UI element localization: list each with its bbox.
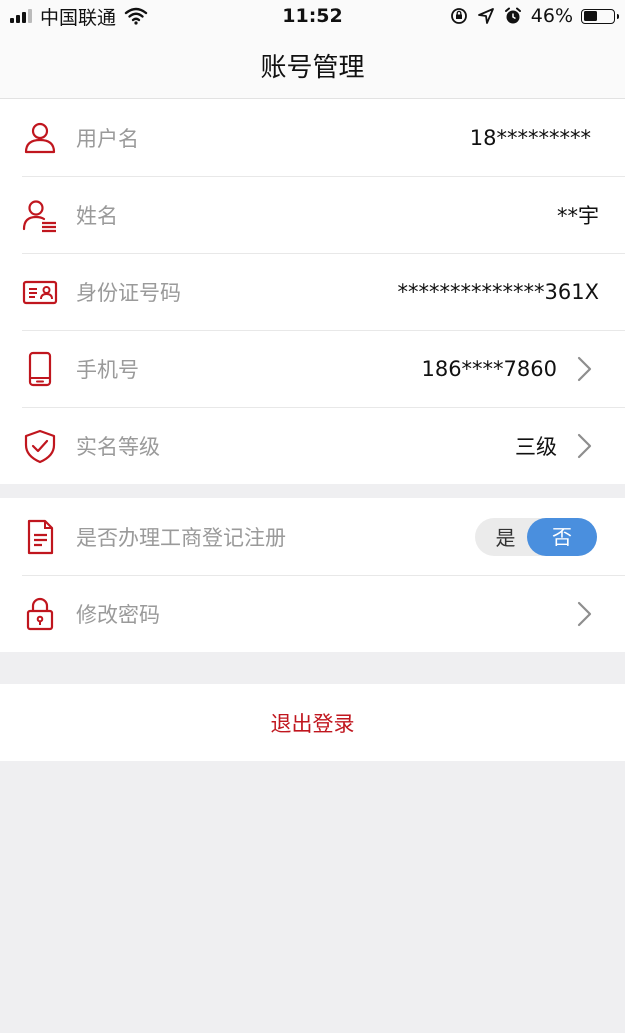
orientation-lock-icon xyxy=(450,8,467,24)
logout-button[interactable]: 退出登录 xyxy=(0,684,625,761)
name-value: **宇 xyxy=(557,203,599,228)
battery-level-fill xyxy=(583,11,597,21)
location-arrow-icon xyxy=(477,8,494,24)
registration-toggle[interactable]: 是 否 xyxy=(475,517,597,556)
logout-group: 退出登录 xyxy=(0,684,625,761)
row-business-registration: 是否办理工商登记注册 是 否 xyxy=(0,498,625,575)
status-left: 中国联通 xyxy=(0,3,148,30)
verification-level-label: 实名等级 xyxy=(76,434,160,459)
chevron-right-icon xyxy=(571,601,597,627)
cellular-signal-icon xyxy=(10,9,32,23)
business-registration-label: 是否办理工商登记注册 xyxy=(76,525,286,550)
id-number-value: **************361X xyxy=(397,279,599,304)
document-icon xyxy=(22,519,58,555)
name-label: 姓名 xyxy=(76,203,118,228)
row-phone[interactable]: 手机号 186****7860 xyxy=(0,330,625,407)
row-verification-level[interactable]: 实名等级 三级 xyxy=(0,407,625,484)
username-value: 18********* xyxy=(469,125,591,150)
page-title: 账号管理 xyxy=(260,52,365,83)
row-username: 用户名 18********* xyxy=(0,99,625,176)
battery-icon xyxy=(581,8,619,24)
shield-check-icon xyxy=(22,428,58,464)
chevron-right-icon xyxy=(571,433,597,459)
id-number-label: 身份证号码 xyxy=(76,280,181,305)
verification-level-value: 三级 xyxy=(515,434,557,459)
carrier-name: 中国联通 xyxy=(40,6,117,29)
user-list-icon xyxy=(22,197,58,233)
wifi-icon xyxy=(124,7,148,25)
settings-group: 是否办理工商登记注册 是 否 修改密码 xyxy=(0,498,625,652)
user-icon xyxy=(22,120,58,156)
navigation-bar: 账号管理 xyxy=(0,32,625,99)
username-label: 用户名 xyxy=(76,126,139,151)
status-right: 46% xyxy=(449,5,625,27)
row-change-password[interactable]: 修改密码 xyxy=(0,575,625,652)
logout-label: 退出登录 xyxy=(270,711,355,736)
change-password-label: 修改密码 xyxy=(76,602,160,627)
phone-label: 手机号 xyxy=(76,357,139,382)
toggle-option-no[interactable]: 否 xyxy=(527,517,597,556)
row-id-number: 身份证号码 **************361X xyxy=(0,253,625,330)
battery-percent: 46% xyxy=(530,5,573,27)
lock-icon xyxy=(22,596,58,632)
account-info-group: 用户名 18********* 姓名 **宇 身份证号码 ***********… xyxy=(0,99,625,484)
id-card-icon xyxy=(22,274,58,310)
chevron-right-icon xyxy=(571,356,597,382)
alarm-icon xyxy=(504,7,521,24)
status-bar: 中国联通 11:52 46% xyxy=(0,0,625,32)
row-name: 姓名 **宇 xyxy=(0,176,625,253)
phone-icon xyxy=(22,351,58,387)
phone-value: 186****7860 xyxy=(421,356,557,381)
